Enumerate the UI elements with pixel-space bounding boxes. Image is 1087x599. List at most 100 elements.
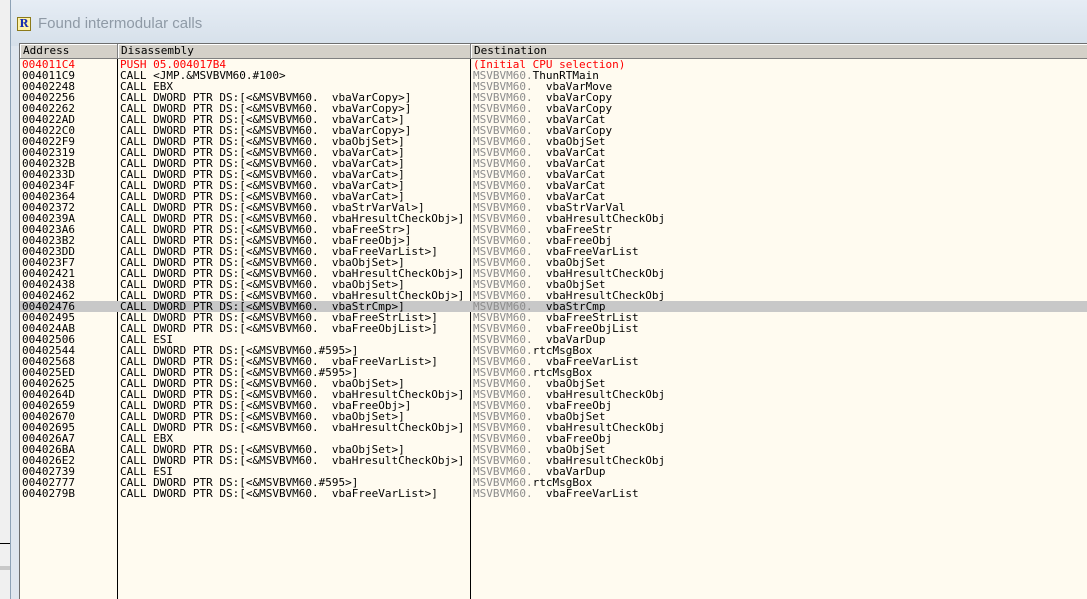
table-row[interactable]: 00402568 CALL DWORD PTR DS:[<&MSVBVM60.__… [20,356,1087,367]
table-row[interactable]: 004022AD CALL DWORD PTR DS:[<&MSVBVM60.__… [20,114,1087,125]
table-header: Address Disassembly Destination [20,44,1087,59]
table-row[interactable]: 004022F9 CALL DWORD PTR DS:[<&MSVBVM60.__… [20,136,1087,147]
table-row[interactable]: 004026BA CALL DWORD PTR DS:[<&MSVBVM60.__… [20,444,1087,455]
destination-function: rtcMsgBox [532,367,593,378]
destination-function: __vbaHresultCheckObj [532,213,666,224]
cell-destination: MSVBVM60.__vbaObjSet [473,257,1083,268]
table-row[interactable]: 00402256 CALL DWORD PTR DS:[<&MSVBVM60.__… [20,92,1087,103]
cell-address: 00402506 [22,334,75,345]
table-row[interactable]: 0040234F CALL DWORD PTR DS:[<&MSVBVM60.__… [20,180,1087,191]
cell-disassembly: CALL DWORD PTR DS:[<&MSVBVM60.__vbaObjSe… [120,136,405,147]
table-row[interactable]: 00402739 CALL ESI MSVBVM60.__vbaVarDup [20,466,1087,477]
cell-address: 004011C9 [22,70,75,81]
table-row[interactable]: 0040232B CALL DWORD PTR DS:[<&MSVBVM60.__… [20,158,1087,169]
cell-address: 00402777 [22,477,75,488]
table-row[interactable]: 004023B2 CALL DWORD PTR DS:[<&MSVBVM60.__… [20,235,1087,246]
table-row[interactable]: 00402438 CALL DWORD PTR DS:[<&MSVBVM60.__… [20,279,1087,290]
table-row[interactable]: 004023DD CALL DWORD PTR DS:[<&MSVBVM60.__… [20,246,1087,257]
cell-disassembly: CALL DWORD PTR DS:[<&MSVBVM60.__vbaFreeV… [120,356,438,367]
destination-function: __vbaVarDup [532,466,606,477]
destination-module: MSVBVM60. [473,81,533,92]
cell-destination: MSVBVM60.__vbaObjSet [473,136,1083,147]
table-body: 004011C4 PUSH 05.004017B4 (Initial CPU sel… [20,59,1087,499]
cell-disassembly: CALL DWORD PTR DS:[<&MSVBVM60.#595>] [120,477,359,488]
table-row[interactable]: 004022C0 CALL DWORD PTR DS:[<&MSVBVM60.__… [20,125,1087,136]
destination-function: __vbaStrCmp [532,301,606,312]
table-row[interactable]: 00402670 CALL DWORD PTR DS:[<&MSVBVM60.__… [20,411,1087,422]
cell-disassembly: CALL DWORD PTR DS:[<&MSVBVM60.__vbaVarCo… [120,103,412,114]
column-header-address[interactable]: Address [20,44,118,58]
destination-module: MSVBVM60. [473,180,533,191]
table-row[interactable]: 004026E2 CALL DWORD PTR DS:[<&MSVBVM60.__… [20,455,1087,466]
destination-module: MSVBVM60. [473,213,533,224]
cell-disassembly: CALL DWORD PTR DS:[<&MSVBVM60.__vbaObjSe… [120,411,405,422]
destination-function: rtcMsgBox [532,477,593,488]
destination-function: __vbaFreeVarList [532,356,639,367]
destination-function: __vbaVarCat [532,169,606,180]
table-row[interactable]: 00402319 CALL DWORD PTR DS:[<&MSVBVM60.__… [20,147,1087,158]
destination-function: __vbaVarCat [532,180,606,191]
column-header-destination[interactable]: Destination [471,44,1087,58]
table-row[interactable]: 00402462 CALL DWORD PTR DS:[<&MSVBVM60.__… [20,290,1087,301]
background-window [0,543,10,599]
table-row[interactable]: 00402544 CALL DWORD PTR DS:[<&MSVBVM60.#5… [20,345,1087,356]
cell-address: 004024AB [22,323,75,334]
destination-module: MSVBVM60. [473,202,533,213]
table-row[interactable]: 00402421 CALL DWORD PTR DS:[<&MSVBVM60.__… [20,268,1087,279]
calls-table: Address Disassembly Destination 004011C4… [19,43,1087,599]
cell-destination: MSVBVM60.__vbaVarMove [473,81,1083,92]
table-row[interactable]: 004026A7 CALL EBX MSVBVM60.__vbaFreeObj [20,433,1087,444]
table-row[interactable]: 00402372 CALL DWORD PTR DS:[<&MSVBVM60.__… [20,202,1087,213]
destination-function: __vbaFreeObjList [532,323,639,334]
table-row[interactable]: 0040264D CALL DWORD PTR DS:[<&MSVBVM60.__… [20,389,1087,400]
cell-disassembly: CALL DWORD PTR DS:[<&MSVBVM60.__vbaObjSe… [120,279,405,290]
column-header-disassembly[interactable]: Disassembly [118,44,471,58]
table-row[interactable]: 004023A6 CALL DWORD PTR DS:[<&MSVBVM60.__… [20,224,1087,235]
cell-destination: MSVBVM60.__vbaFreeObj [473,235,1083,246]
table-row[interactable]: 004011C9 CALL <JMP.&MSVBVM60.#100> MSVBVM6… [20,70,1087,81]
table-row[interactable]: 00402476 CALL DWORD PTR DS:[<&MSVBVM60.__… [20,301,1087,312]
table-row[interactable]: 00402659 CALL DWORD PTR DS:[<&MSVBVM60.__… [20,400,1087,411]
cell-destination: MSVBVM60.__vbaVarCopy [473,103,1083,114]
table-row[interactable]: 004023F7 CALL DWORD PTR DS:[<&MSVBVM60.__… [20,257,1087,268]
cell-destination: MSVBVM60.__vbaVarDup [473,466,1083,477]
cell-disassembly: CALL DWORD PTR DS:[<&MSVBVM60.__vbaStrVa… [120,202,425,213]
cell-disassembly: CALL DWORD PTR DS:[<&MSVBVM60.__vbaFreeV… [120,488,438,499]
cell-address: 0040234F [22,180,75,191]
cell-address: 0040233D [22,169,75,180]
destination-function: __vbaHresultCheckObj [532,422,666,433]
table-row[interactable]: 00402364 CALL DWORD PTR DS:[<&MSVBVM60.__… [20,191,1087,202]
cell-destination: MSVBVM60.ThunRTMain [473,70,1083,81]
table-row[interactable]: 004025ED CALL DWORD PTR DS:[<&MSVBVM60.#5… [20,367,1087,378]
table-row[interactable]: 00402495 CALL DWORD PTR DS:[<&MSVBVM60.__… [20,312,1087,323]
cell-destination: MSVBVM60.__vbaStrVarVal [473,202,1083,213]
table-row[interactable]: 00402506 CALL ESI MSVBVM60.__vbaVarDup [20,334,1087,345]
table-row[interactable]: 00402625 CALL DWORD PTR DS:[<&MSVBVM60.__… [20,378,1087,389]
table-row[interactable]: 00402262 CALL DWORD PTR DS:[<&MSVBVM60.__… [20,103,1087,114]
destination-function: (Initial CPU selection) [473,59,626,70]
cell-disassembly: CALL DWORD PTR DS:[<&MSVBVM60.__vbaVarCa… [120,180,405,191]
cell-disassembly: CALL EBX [120,433,173,444]
cell-address: 00402544 [22,345,75,356]
table-row[interactable]: 004024AB CALL DWORD PTR DS:[<&MSVBVM60.__… [20,323,1087,334]
table-row[interactable]: 004011C4 PUSH 05.004017B4 (Initial CPU sel… [20,59,1087,70]
table-row[interactable]: 0040279B CALL DWORD PTR DS:[<&MSVBVM60.__… [20,488,1087,499]
table-row[interactable]: 00402777 CALL DWORD PTR DS:[<&MSVBVM60.#5… [20,477,1087,488]
cell-disassembly: CALL DWORD PTR DS:[<&MSVBVM60.__vbaVarCa… [120,191,405,202]
table-row[interactable]: 0040233D CALL DWORD PTR DS:[<&MSVBVM60.__… [20,169,1087,180]
destination-module: MSVBVM60. [473,422,533,433]
cell-address: 00402319 [22,147,75,158]
destination-module: MSVBVM60. [473,103,533,114]
cell-destination: MSVBVM60.__vbaVarCopy [473,92,1083,103]
title-bar[interactable]: R Found intermodular calls [11,0,1087,46]
table-row[interactable]: 00402695 CALL DWORD PTR DS:[<&MSVBVM60.__… [20,422,1087,433]
cell-disassembly: CALL DWORD PTR DS:[<&MSVBVM60.__vbaHresu… [120,455,465,466]
cell-destination: MSVBVM60.__vbaVarCat [473,147,1083,158]
cell-address: 004011C4 [22,59,75,70]
cell-address: 00402256 [22,92,75,103]
table-row[interactable]: 00402248 CALL EBX MSVBVM60.__vbaVarMove [20,81,1087,92]
table-row[interactable]: 0040239A CALL DWORD PTR DS:[<&MSVBVM60.__… [20,213,1087,224]
cell-disassembly: CALL ESI [120,466,173,477]
cell-destination: MSVBVM60.__vbaVarCat [473,158,1083,169]
destination-function: __vbaObjSet [532,279,606,290]
